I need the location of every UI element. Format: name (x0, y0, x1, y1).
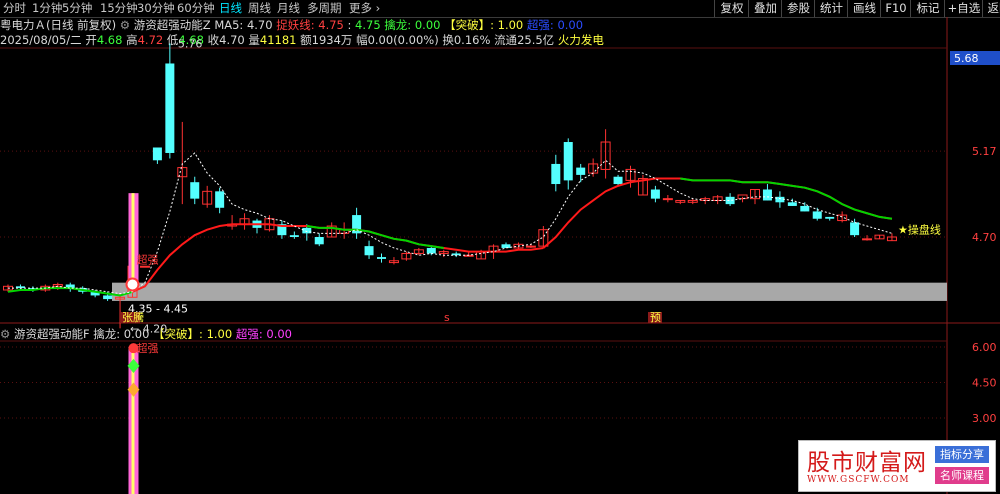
watermark-title: 股市财富网 (807, 450, 927, 476)
candle-body (787, 202, 797, 206)
min-price-label: ← 4.20 (130, 322, 167, 335)
zhangting-label: 张騰 (122, 310, 144, 324)
candle-body (289, 235, 299, 237)
watermark-tag-indicator: 指标分享 (935, 446, 989, 463)
candle-body (825, 216, 835, 219)
price-axis: 5.68 5.17 4.70 (950, 51, 1000, 244)
candle-body (426, 247, 436, 254)
candle-body (103, 295, 113, 300)
candle-body (152, 147, 162, 161)
candle-body (576, 167, 586, 175)
kline-chart[interactable]: 5.76← 4.204.35 - 4.45超强★操盘线张騰 s 预 5.685.17… (0, 0, 1000, 494)
candle-body (613, 176, 623, 185)
chaoqiang-label: 超强 (137, 252, 159, 266)
caopan-label: ★操盘线 (898, 223, 941, 237)
sub-tick: 4.50 (972, 377, 997, 390)
marker-s: s (444, 311, 450, 324)
ma5-line (8, 152, 893, 295)
ma-line-green-late (680, 177, 893, 220)
ma-line-red-late (542, 177, 893, 249)
candle-body (525, 245, 536, 248)
support-band-rect (112, 282, 947, 301)
candle-body (302, 227, 312, 234)
support-band (112, 282, 947, 301)
sub-chaoqiang-label: 超强 (137, 341, 159, 355)
candle-body (165, 63, 175, 153)
ma-line-red (132, 223, 544, 293)
candle-body (139, 265, 150, 268)
marker-yu: 预 (650, 311, 661, 324)
sub-tick: 6.00 (972, 341, 997, 354)
current-price-text: 5.68 (954, 52, 979, 65)
candle-body (862, 238, 873, 241)
sub-tick: 3.00 (972, 412, 997, 425)
candle-body (215, 191, 225, 208)
limit-up-bar-core (131, 193, 135, 289)
candle-body (501, 244, 511, 248)
candle-body (190, 182, 200, 199)
watermark-logo: 股市财富网 WWW.GSCFW.COM 指标分享 名师课程 (798, 440, 996, 492)
candle-body (850, 222, 860, 236)
price-tick: 4.70 (972, 231, 997, 244)
candle-body (364, 246, 374, 256)
watermark-url: WWW.GSCFW.COM (807, 475, 910, 485)
candle-body (377, 257, 386, 259)
price-tick: 5.17 (972, 145, 997, 158)
candle-body (314, 237, 324, 245)
crosshair-icon (125, 277, 140, 292)
candle-body (762, 189, 772, 201)
moving-average-lines (7, 152, 893, 297)
candle-body (800, 205, 810, 212)
candle-body (650, 189, 660, 199)
candle-body (662, 198, 673, 201)
max-price-label: 5.76 (178, 37, 203, 50)
candle-body (551, 163, 561, 185)
watermark-tag-course: 名师课程 (935, 467, 989, 484)
candle-body (812, 211, 822, 219)
candle-body (563, 142, 573, 181)
